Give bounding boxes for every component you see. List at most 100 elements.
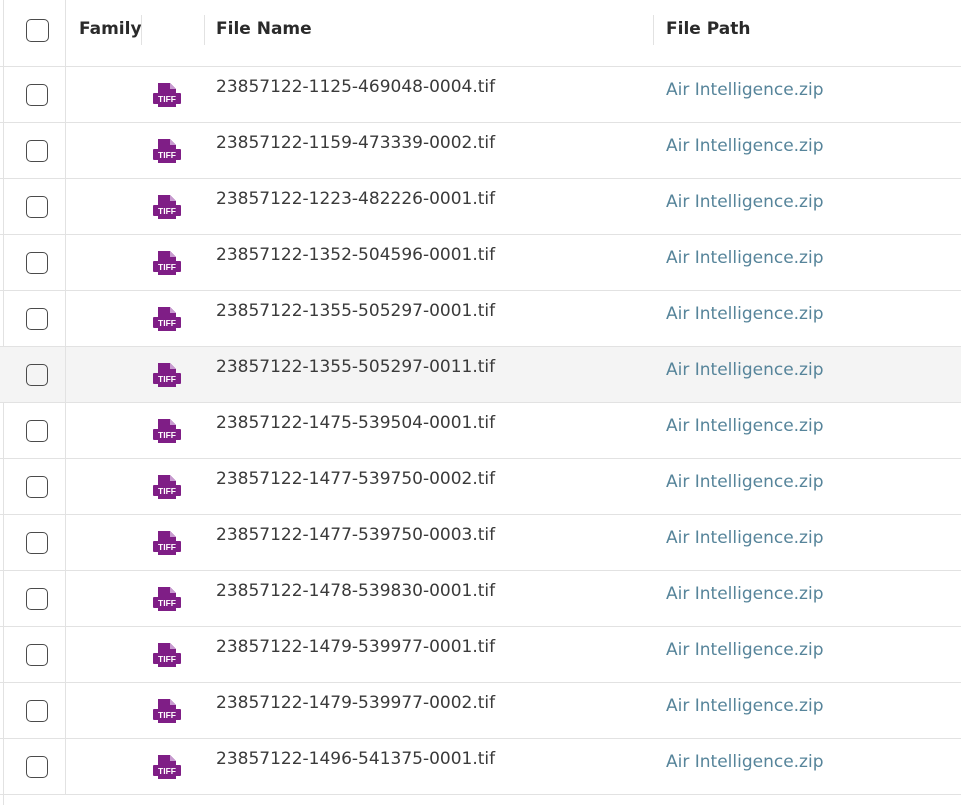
file-name-cell[interactable]: 23857122-1355-505297-0011.tif: [216, 357, 495, 377]
row-checkbox[interactable]: [26, 756, 48, 778]
file-path-link[interactable]: Air Intelligence.zip: [666, 472, 824, 492]
row-checkbox-cell: [4, 683, 66, 738]
file-path-column-header[interactable]: File Path: [666, 19, 750, 39]
file-path-link[interactable]: Air Intelligence.zip: [666, 304, 824, 324]
tiff-icon-label: TIFF: [158, 654, 176, 664]
column-divider[interactable]: [204, 15, 205, 45]
table-row[interactable]: TIFF 23857122-1355-505297-0001.tif Air Int…: [0, 291, 961, 347]
file-path-link[interactable]: Air Intelligence.zip: [666, 696, 824, 716]
grid-body: TIFF 23857122-1125-469048-0004.tif Air Int…: [0, 67, 961, 795]
select-all-checkbox[interactable]: [26, 19, 49, 42]
tiff-file-icon[interactable]: TIFF: [153, 305, 181, 333]
file-path-link[interactable]: Air Intelligence.zip: [666, 752, 824, 772]
tiff-file-icon[interactable]: TIFF: [153, 249, 181, 277]
tiff-file-icon[interactable]: TIFF: [153, 753, 181, 781]
row-checkbox-cell: [4, 627, 66, 682]
tiff-icon-label: TIFF: [158, 318, 176, 328]
file-path-link[interactable]: Air Intelligence.zip: [666, 192, 824, 212]
row-checkbox-cell: [4, 235, 66, 290]
row-checkbox[interactable]: [26, 252, 48, 274]
row-checkbox[interactable]: [26, 140, 48, 162]
tiff-icon-label: TIFF: [158, 486, 176, 496]
table-row[interactable]: TIFF 23857122-1475-539504-0001.tif Air Int…: [0, 403, 961, 459]
tiff-file-icon[interactable]: TIFF: [153, 473, 181, 501]
file-name-cell[interactable]: 23857122-1223-482226-0001.tif: [216, 189, 495, 209]
file-name-cell[interactable]: 23857122-1475-539504-0001.tif: [216, 413, 495, 433]
tiff-icon-label: TIFF: [158, 374, 176, 384]
file-path-link[interactable]: Air Intelligence.zip: [666, 416, 824, 436]
file-name-cell[interactable]: 23857122-1352-504596-0001.tif: [216, 245, 495, 265]
row-checkbox-cell: [4, 403, 66, 458]
table-row[interactable]: TIFF 23857122-1479-539977-0001.tif Air Int…: [0, 627, 961, 683]
table-row[interactable]: TIFF 23857122-1478-539830-0001.tif Air Int…: [0, 571, 961, 627]
table-row[interactable]: TIFF 23857122-1355-505297-0011.tif Air Int…: [0, 347, 961, 403]
tiff-icon-label: TIFF: [158, 542, 176, 552]
tiff-file-icon[interactable]: TIFF: [153, 193, 181, 221]
tiff-file-icon[interactable]: TIFF: [153, 81, 181, 109]
file-name-column-header[interactable]: File Name: [216, 19, 312, 39]
file-path-link[interactable]: Air Intelligence.zip: [666, 80, 824, 100]
family-column-header[interactable]: Family: [79, 19, 142, 39]
tiff-file-icon[interactable]: TIFF: [153, 137, 181, 165]
file-path-link[interactable]: Air Intelligence.zip: [666, 360, 824, 380]
row-checkbox-cell: [4, 347, 66, 402]
table-row[interactable]: TIFF 23857122-1496-541375-0001.tif Air Int…: [0, 739, 961, 795]
table-row[interactable]: TIFF 23857122-1352-504596-0001.tif Air Int…: [0, 235, 961, 291]
row-checkbox[interactable]: [26, 588, 48, 610]
file-name-cell[interactable]: 23857122-1125-469048-0004.tif: [216, 77, 495, 97]
grid-header: Family File Name File Path: [0, 0, 961, 67]
file-path-link[interactable]: Air Intelligence.zip: [666, 136, 824, 156]
file-name-cell[interactable]: 23857122-1496-541375-0001.tif: [216, 749, 495, 769]
table-row[interactable]: TIFF 23857122-1477-539750-0002.tif Air Int…: [0, 459, 961, 515]
row-checkbox[interactable]: [26, 420, 48, 442]
row-checkbox[interactable]: [26, 532, 48, 554]
row-checkbox-cell: [4, 459, 66, 514]
file-name-cell[interactable]: 23857122-1479-539977-0001.tif: [216, 637, 495, 657]
row-checkbox[interactable]: [26, 644, 48, 666]
table-row[interactable]: TIFF 23857122-1159-473339-0002.tif Air Int…: [0, 123, 961, 179]
tiff-icon-label: TIFF: [158, 206, 176, 216]
tiff-file-icon[interactable]: TIFF: [153, 529, 181, 557]
table-row[interactable]: TIFF 23857122-1477-539750-0003.tif Air Int…: [0, 515, 961, 571]
file-name-cell[interactable]: 23857122-1478-539830-0001.tif: [216, 581, 495, 601]
file-path-link[interactable]: Air Intelligence.zip: [666, 584, 824, 604]
row-checkbox[interactable]: [26, 364, 48, 386]
tiff-file-icon[interactable]: TIFF: [153, 361, 181, 389]
file-path-link[interactable]: Air Intelligence.zip: [666, 528, 824, 548]
row-checkbox-cell: [4, 571, 66, 626]
row-checkbox[interactable]: [26, 308, 48, 330]
file-name-cell[interactable]: 23857122-1479-539977-0002.tif: [216, 693, 495, 713]
row-checkbox-cell: [4, 739, 66, 794]
file-name-cell[interactable]: 23857122-1477-539750-0003.tif: [216, 525, 495, 545]
tiff-icon-label: TIFF: [158, 766, 176, 776]
tiff-file-icon[interactable]: TIFF: [153, 641, 181, 669]
column-divider[interactable]: [141, 15, 142, 45]
tiff-file-icon[interactable]: TIFF: [153, 417, 181, 445]
row-checkbox-cell: [4, 67, 66, 122]
column-divider[interactable]: [653, 15, 654, 45]
tiff-icon-label: TIFF: [158, 598, 176, 608]
tiff-icon-label: TIFF: [158, 262, 176, 272]
row-checkbox[interactable]: [26, 84, 48, 106]
tiff-file-icon[interactable]: TIFF: [153, 697, 181, 725]
row-checkbox[interactable]: [26, 196, 48, 218]
file-path-link[interactable]: Air Intelligence.zip: [666, 248, 824, 268]
tiff-icon-label: TIFF: [158, 710, 176, 720]
file-name-cell[interactable]: 23857122-1159-473339-0002.tif: [216, 133, 495, 153]
tiff-icon-label: TIFF: [158, 94, 176, 104]
tiff-icon-label: TIFF: [158, 150, 176, 160]
table-row[interactable]: TIFF 23857122-1125-469048-0004.tif Air Int…: [0, 67, 961, 123]
select-all-cell: [4, 0, 66, 66]
file-name-cell[interactable]: 23857122-1355-505297-0001.tif: [216, 301, 495, 321]
table-row[interactable]: TIFF 23857122-1479-539977-0002.tif Air Int…: [0, 683, 961, 739]
tiff-file-icon[interactable]: TIFF: [153, 585, 181, 613]
row-checkbox-cell: [4, 179, 66, 234]
row-checkbox[interactable]: [26, 700, 48, 722]
file-name-cell[interactable]: 23857122-1477-539750-0002.tif: [216, 469, 495, 489]
table-row[interactable]: TIFF 23857122-1223-482226-0001.tif Air Int…: [0, 179, 961, 235]
file-path-link[interactable]: Air Intelligence.zip: [666, 640, 824, 660]
row-checkbox[interactable]: [26, 476, 48, 498]
row-checkbox-cell: [4, 123, 66, 178]
tiff-icon-label: TIFF: [158, 430, 176, 440]
file-grid: Family File Name File Path TIFF 23857122-…: [0, 0, 961, 805]
